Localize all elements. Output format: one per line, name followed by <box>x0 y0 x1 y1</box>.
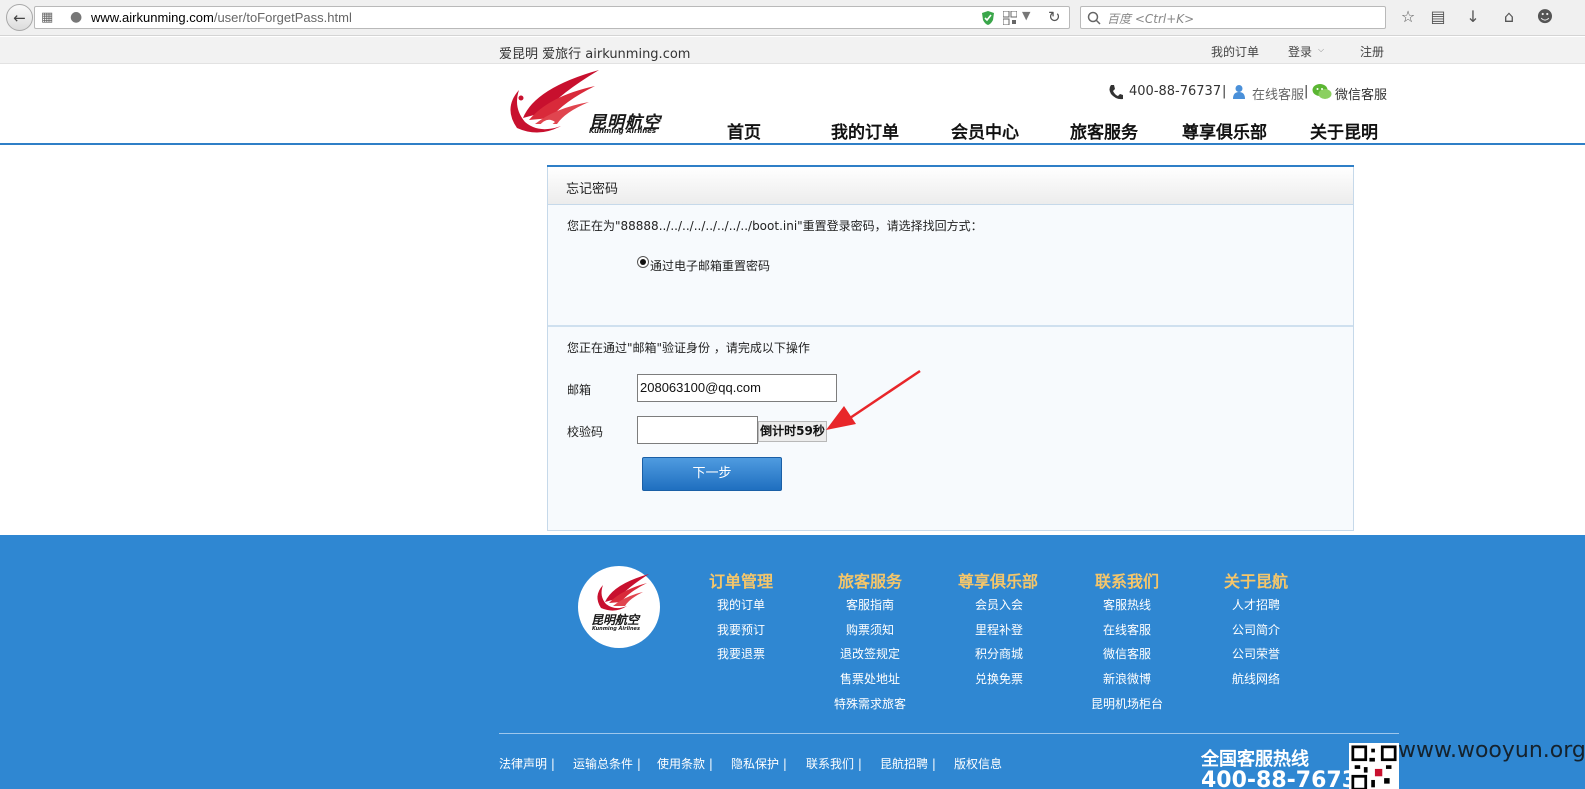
tab-groups-icon[interactable]: ▦ <box>41 10 53 25</box>
dropdown-arrow-icon[interactable]: ▼ <box>1022 9 1030 22</box>
qr-code-icon[interactable] <box>1003 11 1017 25</box>
footer-link[interactable]: 会员入会 <box>975 596 1023 613</box>
legal-link[interactable]: 隐私保护 | <box>731 755 787 772</box>
footer-link[interactable]: 我要预订 <box>717 621 765 638</box>
online-service-link[interactable]: 在线客服 <box>1252 84 1304 103</box>
footer-link[interactable]: 人才招聘 <box>1232 596 1280 613</box>
legal-link[interactable]: 昆航招聘 | <box>880 755 936 772</box>
legal-link[interactable]: 版权信息 <box>954 755 1002 772</box>
legal-link[interactable]: 联系我们 | <box>806 755 862 772</box>
nav-home[interactable]: 首页 <box>727 118 761 143</box>
email-reset-radio[interactable] <box>637 256 649 268</box>
footer-link[interactable]: 特殊需求旅客 <box>834 695 906 712</box>
url-text[interactable]: www.airkunming.com/user/toForgetPass.htm… <box>91 10 352 25</box>
footer-link[interactable]: 积分商城 <box>975 645 1023 662</box>
verify-notice: 您正在通过"邮箱"验证身份 ，请完成以下操作 <box>567 341 810 355</box>
footer-link[interactable]: 兑换免票 <box>975 670 1023 687</box>
countdown-button[interactable]: 倒计时59秒 <box>758 421 827 442</box>
footer-link[interactable]: 在线客服 <box>1103 621 1151 638</box>
verification-code-label: 校验码 <box>567 425 604 439</box>
annotation-arrow <box>826 369 921 430</box>
header-divider <box>0 143 1585 145</box>
next-step-button[interactable]: 下一步 <box>642 457 782 491</box>
qr-code-image <box>1349 743 1399 789</box>
hotline-number: 400-88-76737 <box>1201 768 1373 789</box>
footer-divider <box>499 733 1399 734</box>
user-service-icon <box>1233 85 1245 99</box>
site-footer <box>0 535 1585 789</box>
shield-icon[interactable] <box>981 10 995 26</box>
chat-icon[interactable]: ☻ <box>1535 7 1555 27</box>
reset-notice: 您正在为"88888../../../../../../../../boot.i… <box>567 219 983 233</box>
reading-list-icon[interactable]: ▤ <box>1428 7 1448 27</box>
search-bar[interactable]: 百度 <Ctrl+K> <box>1080 6 1386 29</box>
verification-code-input[interactable] <box>637 416 758 444</box>
section-divider <box>548 325 1353 327</box>
nav-my-orders[interactable]: 我的订单 <box>831 118 899 143</box>
nav-member-center[interactable]: 会员中心 <box>951 118 1019 143</box>
header-separator-2: | <box>1304 84 1309 99</box>
email-label: 邮箱 <box>567 383 592 397</box>
top-link-register[interactable]: 注册 <box>1360 43 1384 60</box>
search-icon <box>1087 11 1101 25</box>
home-icon[interactable]: ⌂ <box>1499 7 1519 27</box>
site-top-strip: 爱昆明 爱旅行 airkunming.com <box>0 37 1585 64</box>
legal-link[interactable]: 运输总条件 | <box>573 755 641 772</box>
footer-link[interactable]: 退改签规定 <box>840 645 900 662</box>
globe-icon: ● <box>70 9 83 25</box>
download-icon[interactable]: ↓ <box>1463 7 1483 27</box>
footer-col-title-orders: 订单管理 <box>709 572 774 591</box>
search-placeholder: 百度 <Ctrl+K> <box>1107 12 1195 26</box>
header-phone: 400-88-76737 <box>1129 84 1222 99</box>
login-chevron-down-icon[interactable]: ⌵ <box>1318 45 1324 55</box>
footer-logo-en: Kunming Airlines <box>592 626 640 632</box>
footer-col-title-contact: 联系我们 <box>1095 572 1160 591</box>
site-slogan: 爱昆明 爱旅行 airkunming.com <box>499 47 691 62</box>
nav-about[interactable]: 关于昆明 <box>1310 118 1378 143</box>
footer-link[interactable]: 客服指南 <box>846 596 894 613</box>
footer-col-title-service: 旅客服务 <box>838 572 903 591</box>
footer-col-title-about: 关于昆航 <box>1224 572 1289 591</box>
footer-link[interactable]: 新浪微博 <box>1103 670 1151 687</box>
footer-link[interactable]: 客服热线 <box>1103 596 1151 613</box>
bookmark-star-icon[interactable]: ☆ <box>1398 7 1418 27</box>
nav-club[interactable]: 尊享俱乐部 <box>1182 118 1267 143</box>
phone-icon <box>1109 85 1123 100</box>
kunming-airlines-logo[interactable] <box>499 68 603 140</box>
browser-toolbar: ← ▦ ● www.airkunming.com/user/toForgetPa… <box>0 0 1585 36</box>
panel-title: 忘记密码 <box>566 182 619 197</box>
footer-link[interactable]: 微信客服 <box>1103 645 1151 662</box>
footer-link[interactable]: 公司荣誉 <box>1232 645 1280 662</box>
header-separator: | <box>1222 84 1227 99</box>
footer-link[interactable]: 我要退票 <box>717 645 765 662</box>
footer-link[interactable]: 里程补登 <box>975 621 1023 638</box>
top-link-login[interactable]: 登录 <box>1288 43 1312 60</box>
footer-link[interactable]: 公司简介 <box>1232 621 1280 638</box>
email-reset-option-label[interactable]: 通过电子邮箱重置密码 <box>650 257 770 274</box>
nav-passenger-service[interactable]: 旅客服务 <box>1070 118 1138 143</box>
address-bar[interactable]: ▦ ● www.airkunming.com/user/toForgetPass… <box>34 6 1070 29</box>
back-arrow-icon[interactable]: ← <box>6 4 33 31</box>
top-link-orders[interactable]: 我的订单 <box>1211 43 1259 60</box>
footer-col-title-club: 尊享俱乐部 <box>958 572 1039 591</box>
footer-logo[interactable]: 昆明航空 Kunming Airlines <box>578 566 660 648</box>
reload-icon[interactable]: ↻ <box>1048 8 1061 26</box>
wechat-service-link[interactable]: 微信客服 <box>1335 84 1387 103</box>
footer-link[interactable]: 昆明机场柜台 <box>1091 695 1163 712</box>
email-field[interactable]: 208063100@qq.com <box>637 374 837 402</box>
watermark-text: www.wooyun.org <box>1398 738 1585 763</box>
panel-header: 忘记密码 <box>548 167 1353 205</box>
footer-logo-bird-icon <box>597 574 649 611</box>
footer-link[interactable]: 我的订单 <box>717 596 765 613</box>
footer-link[interactable]: 售票处地址 <box>840 670 900 687</box>
footer-link[interactable]: 航线网络 <box>1232 670 1280 687</box>
wechat-icon <box>1312 84 1332 99</box>
legal-link[interactable]: 使用条款 | <box>657 755 713 772</box>
footer-link[interactable]: 购票须知 <box>846 621 894 638</box>
legal-link[interactable]: 法律声明 | <box>499 755 555 772</box>
logo-english-name: Kunming Airlines <box>589 127 657 135</box>
